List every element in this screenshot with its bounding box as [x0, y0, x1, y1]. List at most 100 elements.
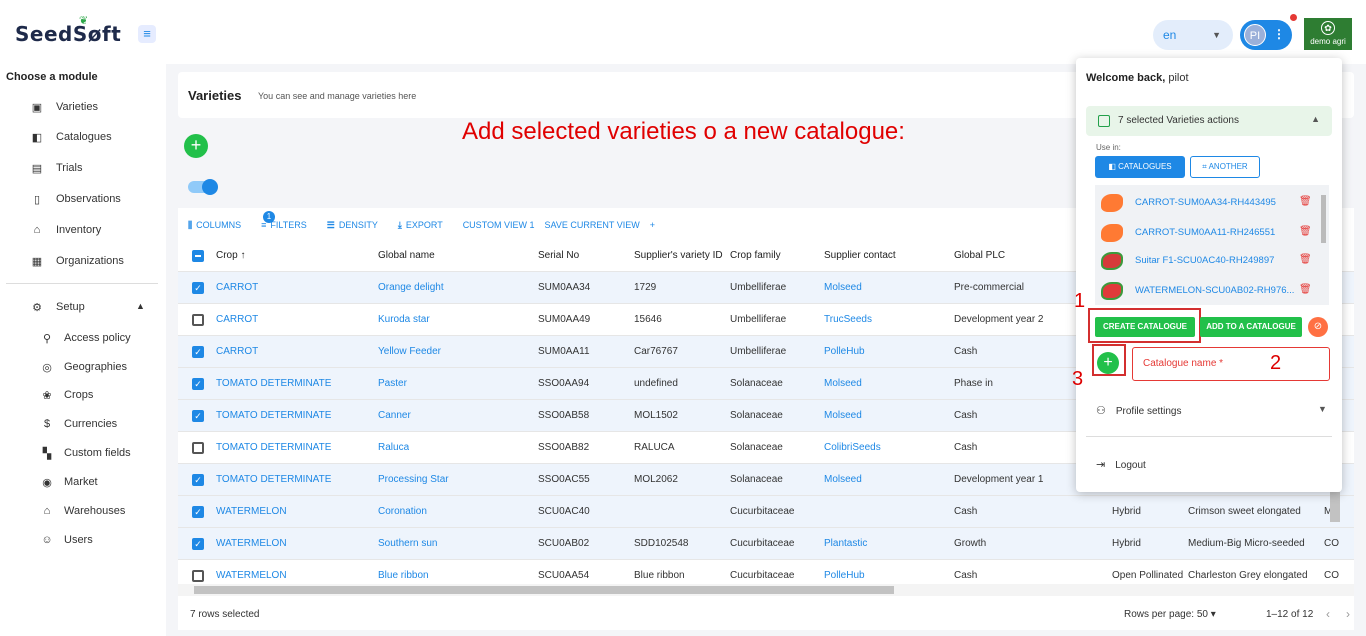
sidebar-item-observations[interactable]: ▯ Observations [30, 189, 121, 209]
catalogues-tab-button[interactable]: ◧ CATALOGUES [1095, 156, 1185, 178]
menu-toggle-button[interactable]: ≡ [138, 25, 156, 43]
scrollbar-thumb[interactable] [194, 586, 894, 594]
cell-crop[interactable]: CARROT [216, 336, 258, 368]
cell-name[interactable]: Southern sun [378, 528, 438, 560]
brand-badge[interactable]: ✿ demo agri [1304, 18, 1352, 50]
cell-name[interactable]: Orange delight [378, 272, 444, 304]
column-header-supplier-variety-id[interactable]: Supplier's variety ID [634, 240, 723, 272]
row-checkbox[interactable]: ✓ [192, 282, 204, 294]
prev-page-button[interactable]: ‹ [1326, 607, 1330, 621]
app-logo[interactable]: SeedSøft ❦ [15, 14, 121, 46]
cell-name[interactable]: Yellow Feeder [378, 336, 441, 368]
cell-contact[interactable]: PolleHub [824, 336, 865, 368]
sidebar-item-geographies[interactable]: ◎ Geographies [40, 357, 127, 377]
row-checkbox[interactable]: ✓ [192, 378, 204, 390]
table-row[interactable]: ✓ WATERMELON Coronation SCU0AC40 Cucurbitace… [178, 496, 1354, 528]
language-select[interactable]: en ▼ [1153, 20, 1233, 50]
cell-crop[interactable]: CARROT [216, 272, 258, 304]
column-header-global-plc[interactable]: Global PLC [954, 240, 1005, 272]
cell-name[interactable]: Kuroda star [378, 304, 430, 336]
sidebar-item-warehouses[interactable]: ⌂ Warehouses [40, 501, 126, 521]
sidebar-item-custom-fields[interactable]: ▚ Custom fields [40, 443, 131, 463]
row-checkbox[interactable]: ✓ [192, 346, 204, 358]
trash-icon[interactable]: 🗑 [1299, 226, 1312, 237]
sidebar-item-access-policy[interactable]: ⚲ Access policy [40, 328, 131, 348]
cell-contact[interactable]: Molseed [824, 272, 862, 304]
sidebar-item-catalogues[interactable]: ◧ Catalogues [30, 127, 112, 147]
cell-crop[interactable]: TOMATO DETERMINATE [216, 464, 331, 496]
cell-contact[interactable]: Molseed [824, 368, 862, 400]
list-item[interactable]: CARROT-SUM0AA11-RH246551 🗑 [1099, 219, 1312, 247]
save-view-button[interactable]: SAVE CURRENT VIEW [545, 220, 640, 230]
trash-icon[interactable]: 🗑 [1299, 196, 1312, 207]
custom-view-button[interactable]: CUSTOM VIEW 1 [463, 220, 535, 230]
cell-crop[interactable]: WATERMELON [216, 528, 287, 560]
cell-contact[interactable]: ColibriSeeds [824, 432, 881, 464]
column-header-crop[interactable]: Crop ↑ [216, 240, 245, 272]
row-checkbox[interactable] [192, 314, 204, 326]
sidebar-item-setup[interactable]: ⚙ Setup [30, 297, 85, 317]
cell-crop[interactable]: TOMATO DETERMINATE [216, 368, 331, 400]
horizontal-scrollbar[interactable] [178, 584, 1354, 596]
list-scrollbar[interactable] [1321, 195, 1326, 243]
sidebar-item-inventory[interactable]: ⌂ Inventory [30, 220, 102, 240]
row-checkbox[interactable]: ✓ [192, 538, 204, 550]
clear-selection-button[interactable]: ⊘ [1308, 317, 1328, 337]
row-checkbox[interactable] [192, 570, 204, 582]
row-checkbox[interactable] [192, 442, 204, 454]
rows-per-page[interactable]: Rows per page: 50 ▾ [1124, 609, 1216, 620]
sidebar-item-market[interactable]: ◉ Market [40, 472, 97, 492]
column-header-serial-no[interactable]: Serial No [538, 240, 579, 272]
sidebar-item-users[interactable]: ☺ Users [40, 530, 92, 550]
cell-crop[interactable]: TOMATO DETERMINATE [216, 432, 331, 464]
user-menu-button[interactable]: PI ⋮ [1240, 20, 1292, 50]
sidebar-item-currencies[interactable]: $ Currencies [40, 414, 117, 434]
cell-name[interactable]: Canner [378, 400, 411, 432]
table-row[interactable]: ✓ WATERMELON Southern sun SCU0AB02 SDD102548… [178, 528, 1354, 560]
list-item[interactable]: WATERMELON-SCU0AB02-RH976... 🗑 [1099, 277, 1312, 305]
column-header-supplier-contact[interactable]: Supplier contact [824, 240, 896, 272]
cell-name[interactable]: Paster [378, 368, 407, 400]
sidebar-item-organizations[interactable]: ▦ Organizations [30, 251, 124, 271]
sidebar-item-varieties[interactable]: ▣ Varieties [30, 97, 98, 117]
column-header-crop-family[interactable]: Crop family [730, 240, 781, 272]
cell-crop[interactable]: TOMATO DETERMINATE [216, 400, 331, 432]
column-header-global-name[interactable]: Global name [378, 240, 435, 272]
cell-contact[interactable]: Plantastic [824, 528, 867, 560]
cell-crop[interactable]: CARROT [216, 304, 258, 336]
trash-icon[interactable]: 🗑 [1299, 254, 1312, 265]
another-tab-button[interactable]: ⌗ ANOTHER [1190, 156, 1260, 178]
logout-item[interactable]: ⇥ Logout [1096, 458, 1146, 471]
cell-name[interactable]: Processing Star [378, 464, 449, 496]
add-variety-button[interactable]: + [184, 134, 208, 158]
cell-contact[interactable]: Molseed [824, 464, 862, 496]
cell-crop[interactable]: WATERMELON [216, 496, 287, 528]
confirm-create-button[interactable]: + [1097, 352, 1119, 374]
sidebar-item-crops[interactable]: ❀ Crops [40, 385, 93, 405]
chevron-down-icon[interactable]: ▼ [1318, 404, 1327, 414]
select-all-checkbox[interactable] [192, 250, 204, 262]
columns-button[interactable]: ⫼ COLUMNS [188, 220, 251, 231]
cell-name[interactable]: Coronation [378, 496, 427, 528]
list-item[interactable]: CARROT-SUM0AA34-RH443495 🗑 [1099, 189, 1312, 217]
view-toggle[interactable] [188, 179, 218, 195]
trash-icon[interactable]: 🗑 [1299, 284, 1312, 295]
row-checkbox[interactable]: ✓ [192, 474, 204, 486]
next-page-button[interactable]: › [1346, 607, 1350, 621]
vertical-scrollbar-thumb[interactable] [1330, 492, 1340, 522]
chevron-up-icon[interactable]: ▲ [136, 301, 145, 311]
add-to-catalogue-button[interactable]: ADD TO A CATALOGUE [1200, 317, 1302, 337]
sidebar-item-trials[interactable]: ▤ Trials [30, 158, 83, 178]
row-checkbox[interactable]: ✓ [192, 410, 204, 422]
selected-actions-accordion[interactable]: 7 selected Varieties actions ▲ [1086, 106, 1332, 136]
cell-contact[interactable]: TrucSeeds [824, 304, 872, 336]
profile-settings-item[interactable]: ⚇ Profile settings [1096, 404, 1181, 417]
list-item[interactable]: Suitar F1-SCU0AC40-RH249897 🗑 [1099, 247, 1312, 275]
add-view-button[interactable]: + [650, 220, 655, 230]
density-button[interactable]: ☰ DENSITY [327, 220, 388, 231]
cell-name[interactable]: Raluca [378, 432, 409, 464]
export-button[interactable]: ⤓ EXPORT [398, 220, 453, 231]
create-catalogue-button[interactable]: CREATE CATALOGUE [1095, 317, 1195, 337]
row-checkbox[interactable]: ✓ [192, 506, 204, 518]
catalogue-name-input[interactable]: Catalogue name * [1132, 347, 1330, 381]
